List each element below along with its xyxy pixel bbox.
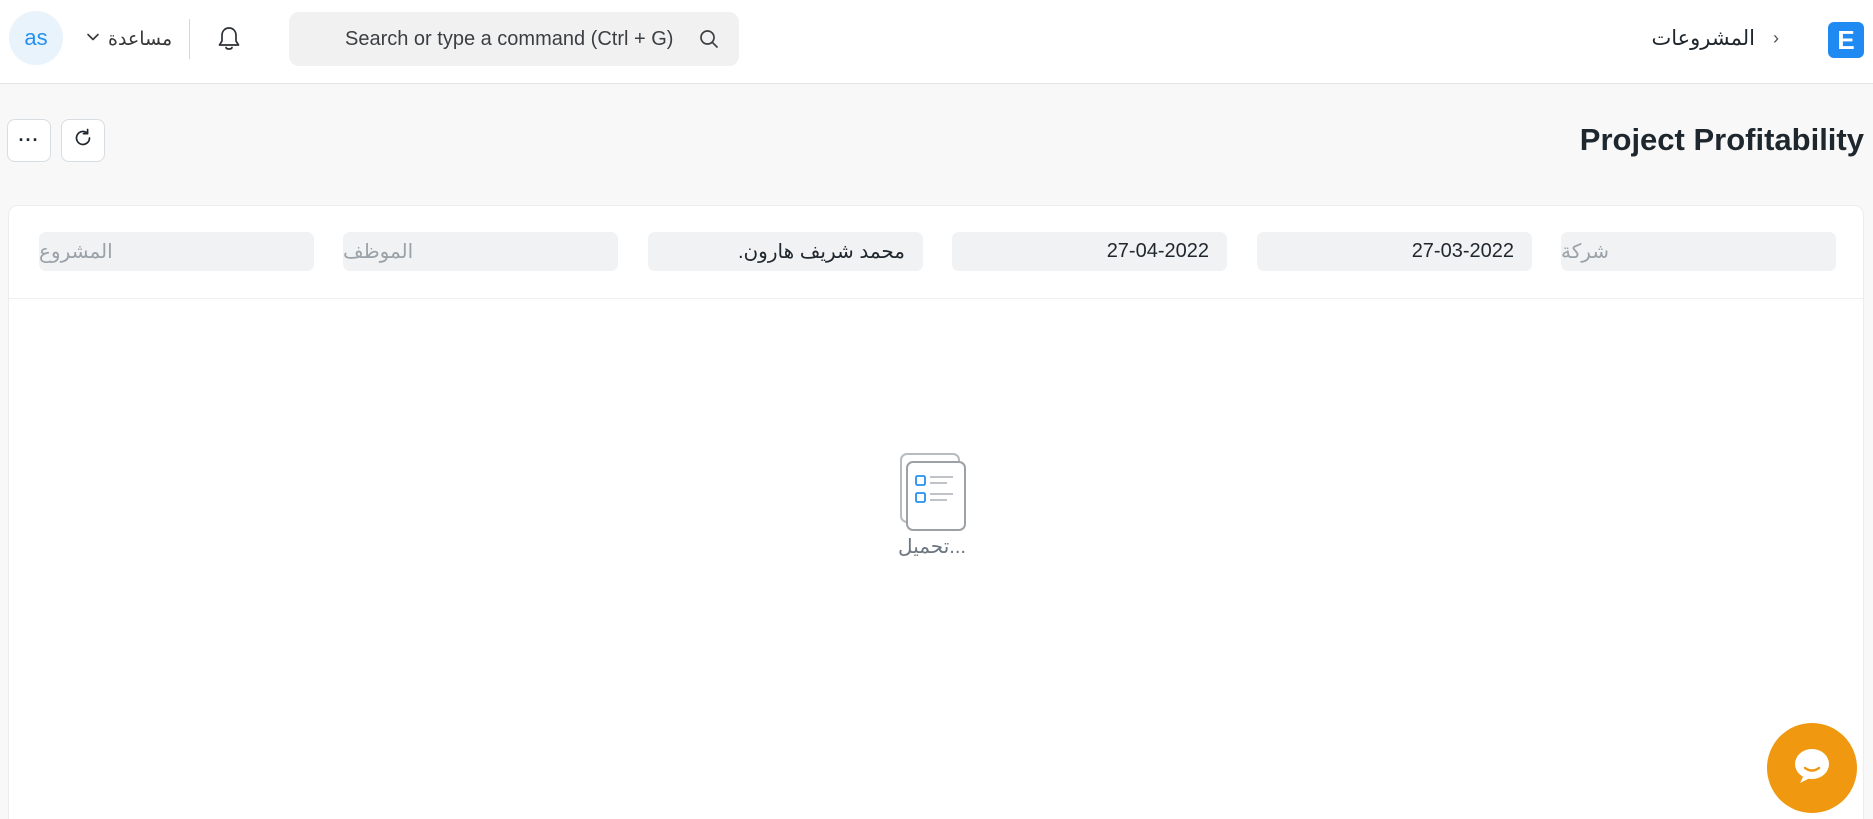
to-date-filter[interactable]: 27-04-2022 (952, 232, 1227, 271)
loading-text: تحميل... (898, 536, 966, 558)
navbar-divider (189, 19, 190, 59)
employee-filter[interactable]: الموظف (343, 232, 618, 271)
more-actions-button[interactable]: ··· (7, 119, 51, 162)
chat-icon (1790, 744, 1834, 793)
page-title: Project Profitability (1579, 122, 1864, 157)
breadcrumb-separator: › (1773, 27, 1779, 48)
search-icon (698, 28, 720, 50)
refresh-button[interactable] (61, 119, 105, 162)
help-label: مساعدة (108, 28, 173, 50)
breadcrumb: المشروعات › (1651, 20, 1779, 56)
report-loading-state: تحميل... (893, 452, 973, 562)
employee-name-filter[interactable]: محمد شريف هارون. (648, 232, 923, 271)
help-dropdown[interactable]: مساعدة (86, 24, 172, 54)
company-filter[interactable]: شركة (1561, 232, 1836, 271)
filter-row: المشروع الموظف محمد شريف هارون. 27-04-20… (9, 206, 1863, 299)
search-input[interactable]: Search or type a command (Ctrl + G) (345, 12, 673, 66)
project-filter[interactable]: المشروع (39, 232, 314, 271)
navbar: as مساعدة Search or type a command (Ctrl… (0, 0, 1873, 84)
user-avatar[interactable]: as (9, 11, 63, 65)
chat-widget-button[interactable] (1767, 723, 1857, 813)
awesomebar-search[interactable]: Search or type a command (Ctrl + G) (289, 12, 739, 66)
refresh-icon (72, 127, 94, 154)
breadcrumb-module-link[interactable]: المشروعات (1651, 26, 1755, 51)
notifications-bell-icon[interactable] (214, 22, 244, 56)
chevron-down-icon (86, 28, 100, 50)
app-logo[interactable]: E (1828, 22, 1864, 58)
from-date-filter[interactable]: 27-03-2022 (1257, 232, 1532, 271)
